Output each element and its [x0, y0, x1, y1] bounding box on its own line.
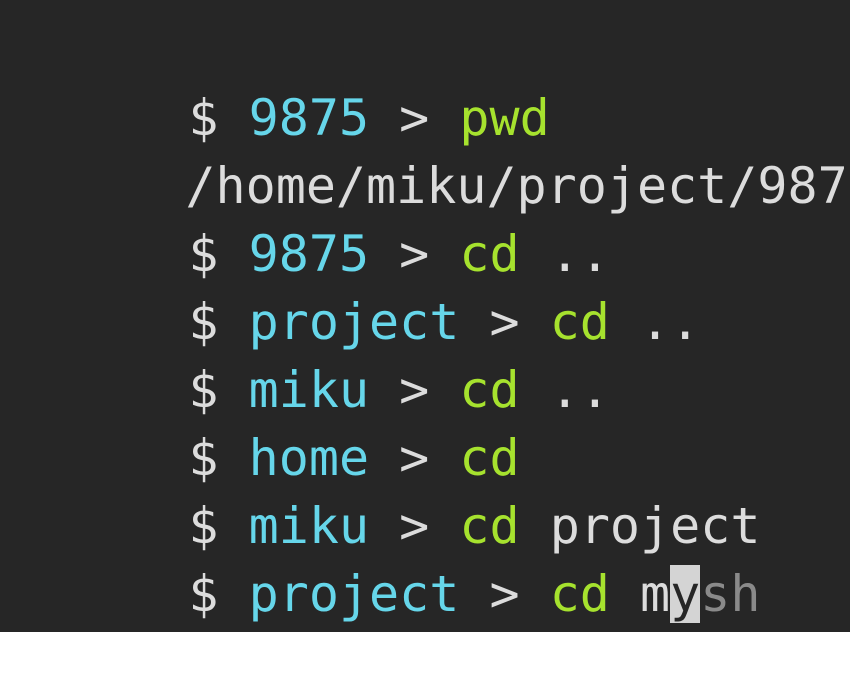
autosuggestion: sh [700, 565, 761, 623]
prompt-separator: > [489, 565, 520, 623]
prompt-separator: > [489, 293, 520, 351]
command: cd [459, 225, 520, 283]
command: cd [459, 497, 520, 555]
prompt-directory: project [248, 565, 460, 623]
terminal-window[interactable]: $ 9875 > pwd /home/miku/project/9875 $ 9… [0, 0, 850, 632]
prompt-symbol: $ [188, 497, 219, 555]
command-argument: .. [640, 293, 701, 351]
prompt-symbol: $ [188, 293, 219, 351]
prompt-directory: miku [248, 497, 370, 555]
prompt-symbol: $ [188, 89, 219, 147]
command: cd [549, 293, 610, 351]
command-argument: project [549, 497, 761, 555]
prompt-directory: project [248, 293, 460, 351]
command: pwd [459, 89, 550, 147]
prompt-separator: > [399, 497, 430, 555]
prompt-directory: 9875 [248, 225, 370, 283]
prompt-symbol: $ [188, 429, 219, 487]
prompt-separator: > [399, 429, 430, 487]
prompt-symbol: $ [188, 361, 219, 419]
text-cursor: y [670, 565, 701, 623]
typed-input[interactable]: m [640, 565, 670, 623]
command: cd [459, 429, 520, 487]
prompt-directory: miku [248, 361, 370, 419]
prompt-symbol: $ [188, 225, 219, 283]
command-argument: .. [549, 361, 610, 419]
terminal-line: $ 9875 > pwd [68, 16, 850, 147]
prompt-directory: 9875 [248, 89, 370, 147]
command-argument: .. [549, 225, 610, 283]
prompt-separator: > [399, 361, 430, 419]
prompt-separator: > [399, 89, 430, 147]
prompt-symbol: $ [188, 565, 219, 623]
prompt-separator: > [399, 225, 430, 283]
command: cd [459, 361, 520, 419]
command-output: /home/miku/project/9875 [185, 157, 850, 215]
command: cd [549, 565, 610, 623]
prompt-directory: home [248, 429, 370, 487]
